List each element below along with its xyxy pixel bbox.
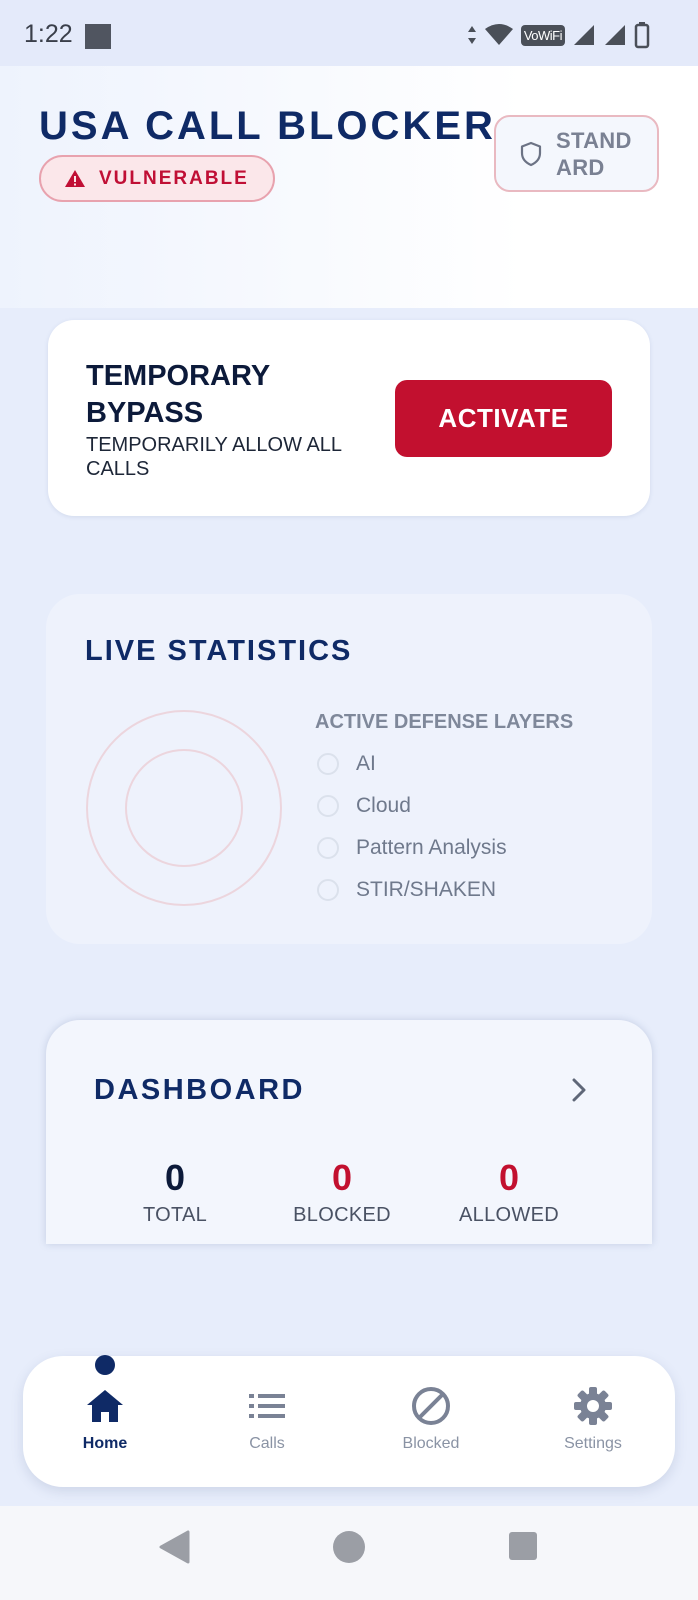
layer-status-dot xyxy=(317,837,339,859)
status-badge-label: VULNERABLE xyxy=(99,167,249,189)
defense-layer-label: STIR/SHAKEN xyxy=(356,878,497,901)
layer-status-dot xyxy=(317,753,339,775)
status-badge: VULNERABLE xyxy=(39,155,275,202)
nav-item-settings[interactable]: Settings xyxy=(528,1385,658,1465)
nav-item-calls[interactable]: Calls xyxy=(202,1385,332,1465)
vowifi-label: VoWiFi xyxy=(520,24,565,46)
activate-button[interactable]: ACTIVATE xyxy=(395,380,612,457)
live-statistics-card: LIVE STATISTICS ACTIVE DEFENSE LAYERS AI… xyxy=(46,594,652,944)
defense-layer-item: Cloud xyxy=(317,794,411,818)
nav-item-blocked[interactable]: Blocked xyxy=(366,1385,496,1465)
status-time: 1:22 xyxy=(24,20,73,48)
battery-icon xyxy=(634,22,650,49)
defense-layers-title: ACTIVE DEFENSE LAYERS xyxy=(315,711,574,733)
shield-icon xyxy=(520,141,542,166)
warning-icon xyxy=(65,170,85,187)
chevron-right-icon[interactable] xyxy=(572,1078,586,1102)
dashboard-card[interactable]: DASHBOARD 0 TOTAL 0 BLOCKED 0 ALLOWED xyxy=(46,1020,652,1244)
active-tab-indicator xyxy=(95,1355,115,1375)
recents-icon[interactable] xyxy=(508,1531,538,1561)
wifi-icon xyxy=(484,24,513,45)
defense-layer-label: Pattern Analysis xyxy=(356,836,507,859)
defense-layer-item: Pattern Analysis xyxy=(317,836,507,860)
notification-icon xyxy=(85,24,111,49)
layer-status-dot xyxy=(317,879,339,901)
signal-icon-2 xyxy=(605,25,625,45)
live-statistics-title: LIVE STATISTICS xyxy=(85,635,353,667)
home-circle-icon[interactable] xyxy=(332,1530,366,1564)
metric-value: 0 xyxy=(164,1157,186,1198)
metric-value: 0 xyxy=(331,1157,353,1198)
block-icon xyxy=(412,1387,450,1425)
protection-mode-button[interactable]: STANDARD xyxy=(494,115,659,192)
stats-ring-inner xyxy=(125,749,243,867)
nav-label: Home xyxy=(82,1435,128,1452)
bypass-description: TEMPORARILY ALLOW ALL CALLS xyxy=(86,434,342,480)
back-icon[interactable] xyxy=(158,1530,190,1564)
status-icons: VoWiFi xyxy=(467,20,650,50)
nav-label: Settings xyxy=(564,1435,622,1452)
defense-layer-label: Cloud xyxy=(356,794,411,817)
signal-icon xyxy=(574,25,594,45)
home-icon xyxy=(87,1390,123,1422)
gear-icon xyxy=(574,1387,612,1425)
defense-layer-label: AI xyxy=(356,752,376,775)
status-bar: 1:22 VoWiFi xyxy=(0,0,698,66)
metric-label: TOTAL xyxy=(142,1204,208,1226)
bypass-title: TEMPORARY BYPASS xyxy=(86,360,270,429)
layer-status-dot xyxy=(317,795,339,817)
data-arrows-icon xyxy=(467,26,476,44)
list-icon xyxy=(249,1394,285,1418)
system-navigation-bar xyxy=(0,1506,698,1600)
defense-layer-item: AI xyxy=(317,752,376,776)
metric-blocked: 0 BLOCKED xyxy=(262,1158,422,1227)
protection-mode-label: STANDARD xyxy=(556,127,632,180)
metric-total: 0 TOTAL xyxy=(95,1158,255,1227)
app-title: USA CALL BLOCKER xyxy=(39,104,496,148)
app-screen: 1:22 VoWiFi USA CALL BLOCKER VULNERABLE … xyxy=(0,0,698,1600)
metric-label: BLOCKED xyxy=(293,1204,391,1226)
defense-layer-item: STIR/SHAKEN xyxy=(317,878,496,902)
nav-item-home[interactable]: Home xyxy=(40,1385,170,1465)
nav-label: Blocked xyxy=(402,1435,460,1452)
dashboard-title: DASHBOARD xyxy=(94,1074,305,1106)
metric-value: 0 xyxy=(498,1157,520,1198)
metric-allowed: 0 ALLOWED xyxy=(429,1158,589,1227)
bypass-card: TEMPORARY BYPASS TEMPORARILY ALLOW ALL C… xyxy=(48,320,650,516)
nav-label: Calls xyxy=(249,1435,285,1452)
metric-label: ALLOWED xyxy=(459,1204,559,1226)
